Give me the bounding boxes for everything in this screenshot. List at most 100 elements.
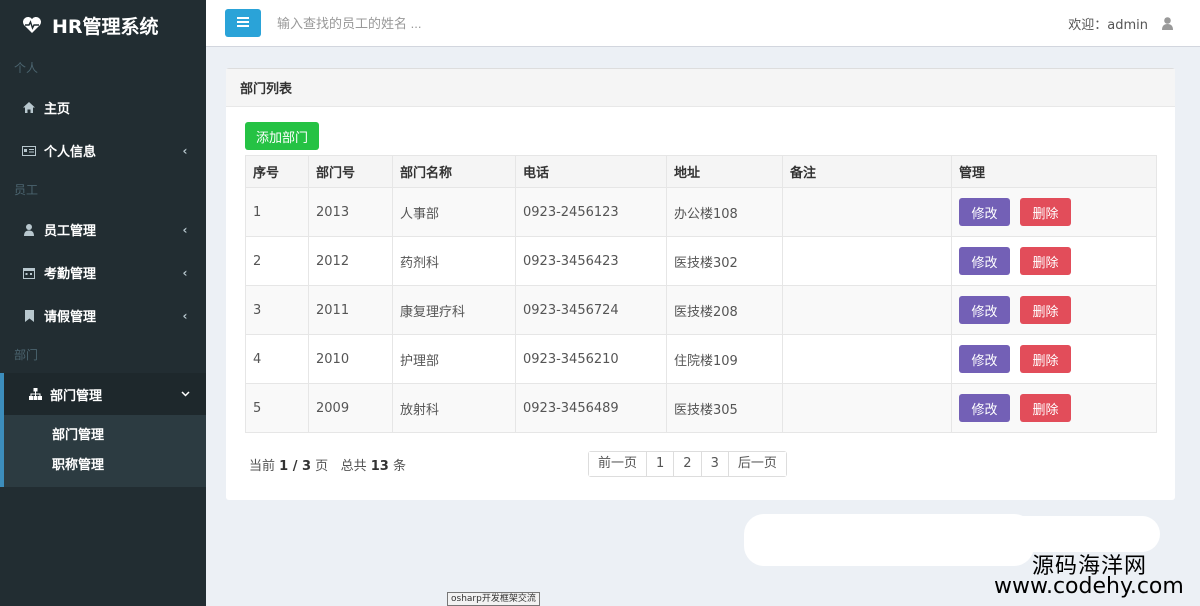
sidebar-item-employees[interactable]: 员工管理 ‹ (0, 208, 206, 251)
cell-phone: 0923-3456724 (515, 285, 667, 335)
section-header-employee: 员工 (14, 183, 39, 197)
watermark-url: www.codehy.com (994, 574, 1184, 599)
cell-dept-no: 2011 (308, 285, 393, 335)
table-row: 3 2011 康复理疗科 0923-3456724 医技楼208 修改 删除 (245, 285, 1157, 335)
page-info: 当前 1 / 3 页 总共 13 条 (249, 455, 406, 474)
search-input[interactable] (277, 15, 537, 31)
user-icon (1162, 16, 1174, 31)
edit-button[interactable]: 修改 (959, 247, 1010, 275)
chevron-down-icon (180, 391, 190, 397)
current-page: 1 (279, 459, 289, 474)
sidebar-item-home[interactable]: 主页 (0, 86, 206, 129)
edit-button[interactable]: 修改 (959, 345, 1010, 373)
sidebar-item-dept-management[interactable]: 部门管理 (0, 373, 206, 415)
delete-button[interactable]: 删除 (1020, 296, 1071, 324)
menu-icon (237, 16, 249, 31)
page-3-button[interactable]: 3 (701, 452, 729, 476)
sidebar-item-attendance[interactable]: 考勤管理 ‹ (0, 251, 206, 294)
cell-actions: 修改 删除 (951, 285, 1157, 335)
column-header: 序号 (245, 155, 309, 188)
total-pages: 3 (302, 459, 312, 474)
sidebar-toggle-button[interactable] (225, 9, 261, 37)
dept-list-box: 部门列表 添加部门 序号 部门号 部门名称 电话 地址 备注 管理 1 2013 人… (226, 68, 1175, 500)
cell-address: 办公楼108 (666, 187, 783, 237)
heartbeat-icon (22, 14, 44, 36)
cell-no: 4 (245, 334, 309, 384)
column-header: 部门号 (308, 155, 393, 188)
page-separator: / (288, 459, 302, 474)
edit-button[interactable]: 修改 (959, 198, 1010, 226)
footer-tag[interactable]: osharp开发框架交流 (447, 592, 540, 606)
add-department-button[interactable]: 添加部门 (245, 122, 320, 150)
page-info-mid: 页 总共 (311, 459, 371, 474)
cell-dept-no: 2013 (308, 187, 393, 237)
column-header: 地址 (666, 155, 783, 188)
sidebar-item-label: 员工管理 (44, 224, 97, 239)
sidebar-item-label: 主页 (44, 102, 71, 117)
cell-no: 1 (245, 187, 309, 237)
chevron-left-icon: ‹ (182, 222, 188, 237)
cell-note (782, 383, 952, 433)
total-count: 13 (370, 459, 389, 474)
cell-dept-name: 人事部 (392, 187, 516, 237)
cell-no: 5 (245, 383, 309, 433)
brand[interactable]: HR管理系统 (0, 0, 206, 50)
department-table: 序号 部门号 部门名称 电话 地址 备注 管理 1 2013 人事部 0923-245… (245, 155, 1157, 433)
section-header-department: 部门 (14, 348, 39, 362)
cell-phone: 0923-3456423 (515, 236, 667, 286)
user-menu[interactable]: 欢迎：admin (1068, 0, 1174, 47)
cell-address: 医技楼305 (666, 383, 783, 433)
table-row: 1 2013 人事部 0923-2456123 办公楼108 修改 删除 (245, 187, 1157, 237)
delete-button[interactable]: 删除 (1020, 394, 1071, 422)
cell-actions: 修改 删除 (951, 236, 1157, 286)
bookmark-icon (22, 309, 36, 323)
cell-phone: 0923-3456210 (515, 334, 667, 384)
page-2-button[interactable]: 2 (674, 452, 702, 476)
delete-button[interactable]: 删除 (1020, 345, 1071, 373)
table-row: 5 2009 放射科 0923-3456489 医技楼305 修改 删除 (245, 383, 1157, 433)
page-info-prefix: 当前 (249, 459, 280, 474)
column-header: 备注 (782, 155, 952, 188)
next-page-button[interactable]: 后一页 (728, 452, 786, 476)
edit-button[interactable]: 修改 (959, 394, 1010, 422)
cell-address: 医技楼208 (666, 285, 783, 335)
prev-page-button[interactable]: 前一页 (589, 452, 648, 476)
cell-actions: 修改 删除 (951, 383, 1157, 433)
cell-dept-name: 护理部 (392, 334, 516, 384)
welcome-text: 欢迎：admin (1068, 18, 1148, 33)
sidebar-item-label: 个人信息 (44, 145, 97, 160)
delete-button[interactable]: 删除 (1020, 247, 1071, 275)
pagination: 前一页 1 2 3 后一页 (588, 451, 787, 477)
sitemap-icon (28, 387, 42, 401)
submenu-item-dept-management[interactable]: 部门管理 (4, 421, 206, 451)
page-1-button[interactable]: 1 (647, 452, 675, 476)
cell-address: 医技楼302 (666, 236, 783, 286)
section-header-personal: 个人 (14, 61, 39, 75)
user-icon (22, 223, 36, 237)
page-info-suffix: 条 (388, 459, 406, 474)
table-row: 2 2012 药剂科 0923-3456423 医技楼302 修改 删除 (245, 236, 1157, 286)
sidebar-item-label: 部门管理 (50, 388, 103, 404)
cell-dept-no: 2012 (308, 236, 393, 286)
cell-note (782, 187, 952, 237)
cell-address: 住院楼109 (666, 334, 783, 384)
cell-note (782, 334, 952, 384)
cell-dept-no: 2009 (308, 383, 393, 433)
cell-no: 2 (245, 236, 309, 286)
calendar-icon (22, 266, 36, 280)
brand-title: HR管理系统 (52, 15, 159, 38)
sidebar-item-leave[interactable]: 请假管理 ‹ (0, 294, 206, 337)
delete-button[interactable]: 删除 (1020, 198, 1071, 226)
sidebar-item-label: 考勤管理 (44, 267, 97, 282)
table-header-row: 序号 部门号 部门名称 电话 地址 备注 管理 (245, 155, 1157, 188)
cell-dept-name: 康复理疗科 (392, 285, 516, 335)
chevron-left-icon: ‹ (182, 265, 188, 280)
id-card-icon (22, 144, 36, 158)
sidebar-item-label: 请假管理 (44, 310, 97, 325)
sidebar: HR管理系统 个人 主页 个人信息 ‹ 员工 员工管理 ‹ 考勤管理 ‹ 请假管… (0, 0, 206, 606)
sidebar-item-profile[interactable]: 个人信息 ‹ (0, 129, 206, 172)
cell-actions: 修改 删除 (951, 334, 1157, 384)
submenu-item-title-management[interactable]: 职称管理 (4, 451, 206, 481)
edit-button[interactable]: 修改 (959, 296, 1010, 324)
top-header: 欢迎：admin (206, 0, 1200, 47)
